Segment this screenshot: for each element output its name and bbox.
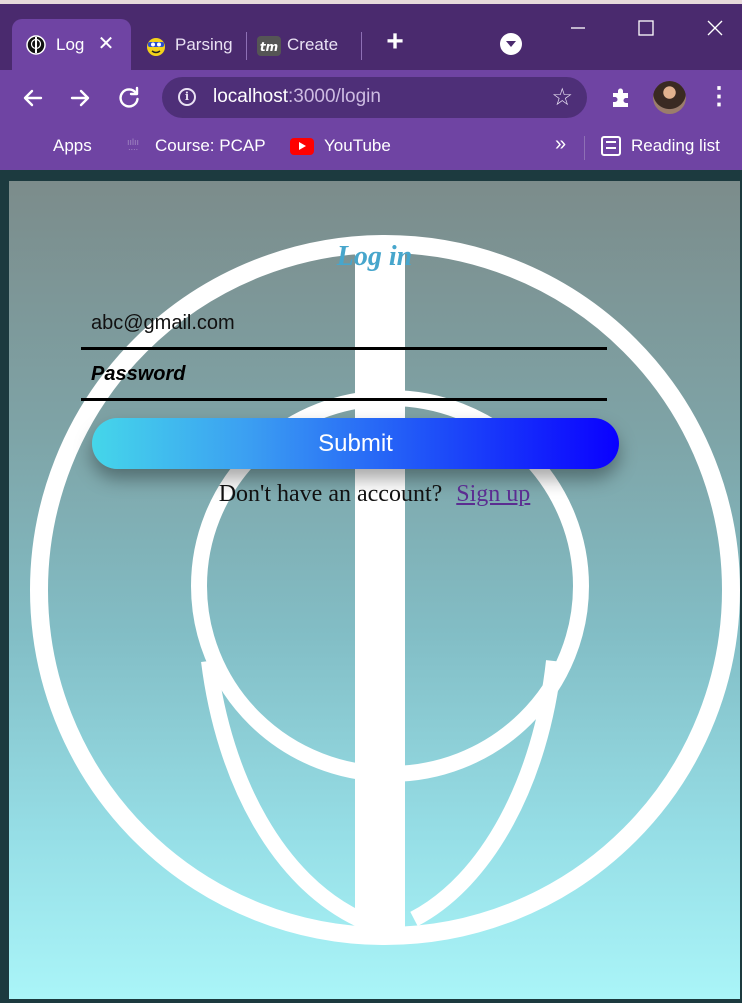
address-bar[interactable]: i localhost:3000/login ☆ — [162, 77, 587, 118]
email-input[interactable] — [81, 300, 607, 347]
close-tab-icon[interactable]: ✕ — [95, 33, 117, 55]
tab-label: Parsing — [175, 34, 233, 54]
reading-list-button[interactable]: Reading list — [601, 134, 720, 158]
tab-login[interactable]: Log ✕ — [12, 19, 131, 70]
new-tab-icon[interactable]: + — [383, 27, 407, 57]
maximize-icon[interactable] — [631, 14, 661, 44]
tm-favicon-icon: tm — [257, 35, 281, 56]
browser-menu-icon[interactable]: ⋮ — [707, 84, 731, 110]
email-field[interactable] — [81, 300, 607, 350]
tab-parsing[interactable]: Parsing — [131, 19, 246, 70]
minimize-icon[interactable] — [563, 14, 593, 44]
browser-titlebar: Log ✕ Parsing tm Create + — [0, 0, 742, 70]
svg-text:tm: tm — [260, 40, 278, 54]
forward-arrow-icon[interactable] — [64, 82, 96, 114]
bookmarks-separator — [584, 136, 585, 160]
tab-create[interactable]: tm Create — [247, 19, 357, 70]
tab-search-icon[interactable] — [500, 33, 522, 55]
login-page: Log in Submit Don't have an account? Sig… — [9, 181, 740, 999]
window-top-border — [0, 0, 742, 4]
bookmark-label: YouTube — [324, 136, 391, 155]
password-input[interactable] — [81, 351, 607, 398]
extensions-puzzle-icon[interactable] — [609, 85, 633, 109]
bookmark-label: Apps — [53, 136, 92, 155]
signup-prompt: Don't have an account? Sign up — [9, 481, 740, 508]
back-arrow-icon[interactable] — [17, 82, 49, 114]
submit-button[interactable]: Submit — [92, 418, 619, 469]
parsing-favicon-icon — [145, 35, 165, 56]
youtube-icon — [290, 137, 314, 155]
password-field[interactable] — [81, 351, 607, 401]
bookmarks-overflow-icon[interactable]: » — [555, 133, 566, 156]
bookmark-label: Course: PCAP — [155, 136, 266, 155]
page-title: Log in — [336, 241, 413, 272]
tab-label: Log — [56, 34, 85, 54]
bookmarks-bar: Apps ıılıı ∙∙∙∙ Course: PCAP YouTube » Re… — [0, 126, 742, 170]
bookmark-star-icon[interactable]: ☆ — [551, 83, 573, 112]
site-info-icon[interactable]: i — [178, 88, 196, 106]
url-text: localhost:3000/login — [213, 86, 381, 107]
login-app-favicon-icon — [26, 34, 46, 55]
no-account-text: Don't have an account? — [218, 481, 443, 507]
tab-label: Create — [287, 34, 339, 54]
cisco-logo-icon: ıılıı ∙∙∙∙ — [126, 137, 139, 154]
bookmark-apps[interactable]: Apps — [23, 134, 92, 158]
reading-list-label: Reading list — [631, 136, 720, 155]
tab-separator — [361, 32, 362, 60]
signup-link[interactable]: Sign up — [456, 481, 530, 507]
bookmark-course-pcap[interactable]: ıılıı ∙∙∙∙ Course: PCAP — [121, 134, 266, 158]
reading-list-icon — [601, 136, 621, 156]
bookmark-youtube[interactable]: YouTube — [290, 134, 391, 158]
apps-grid-icon — [23, 136, 43, 156]
close-window-icon[interactable] — [700, 14, 730, 44]
page-viewport: Log in Submit Don't have an account? Sig… — [0, 170, 742, 1003]
reload-icon[interactable] — [113, 82, 145, 114]
profile-avatar[interactable] — [653, 81, 686, 114]
